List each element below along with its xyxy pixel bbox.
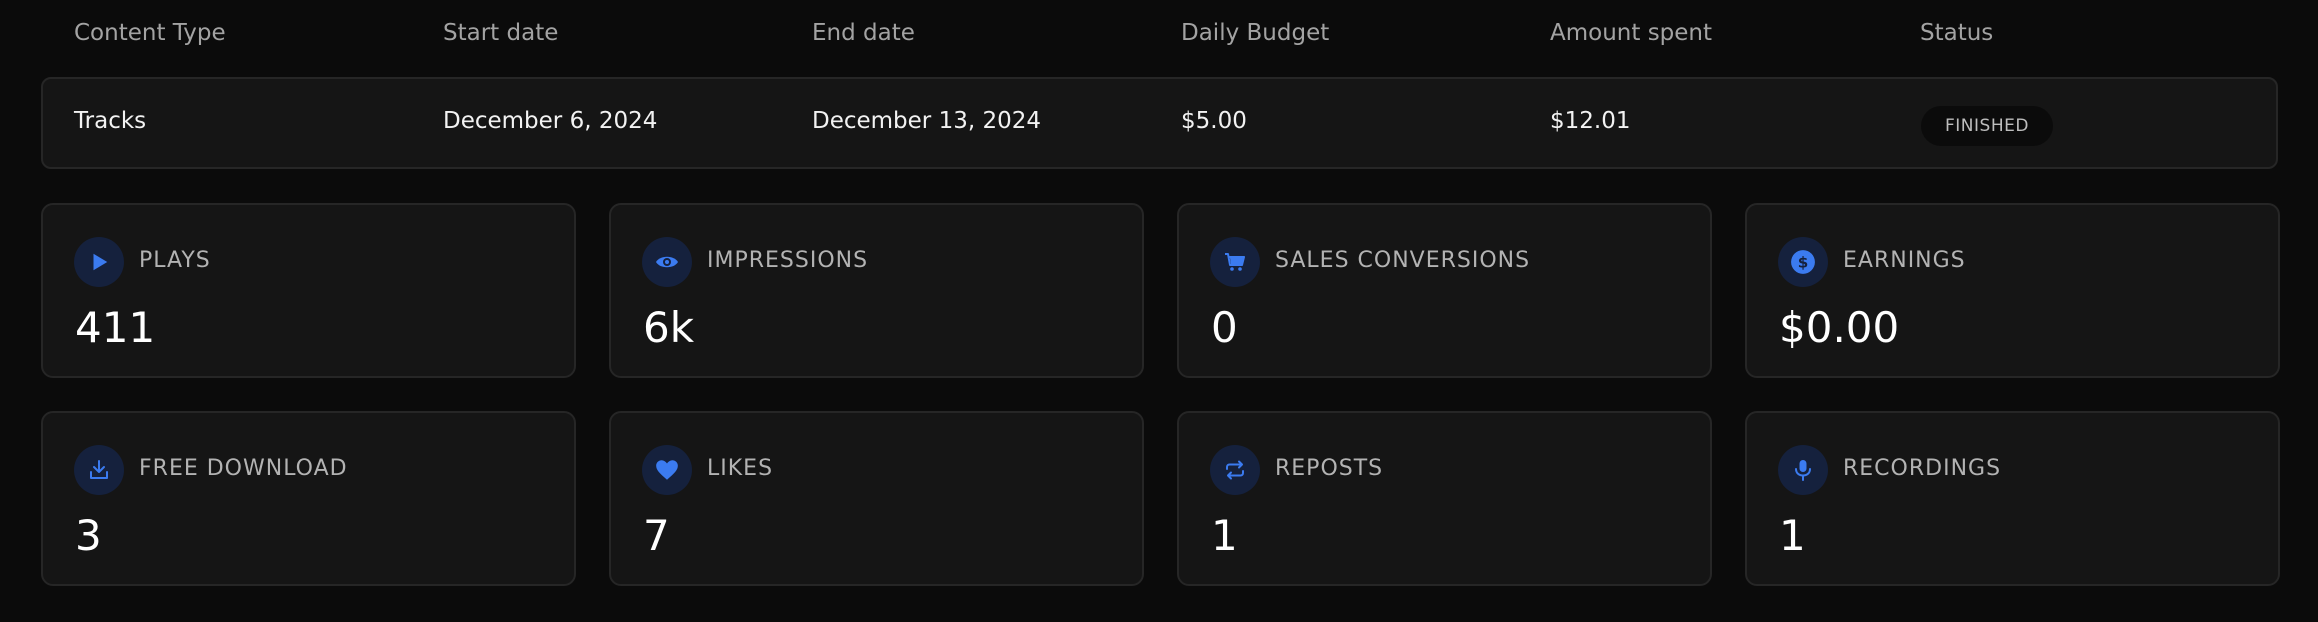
stat-card-earnings: $ EARNINGS $0.00 [1745,203,2280,378]
status-badge: FINISHED [1921,106,2053,146]
svg-text:$: $ [1798,253,1809,271]
header-content-type: Content Type [74,20,226,46]
stat-value: 3 [75,511,102,560]
table-header: Content Type Start date End date Daily B… [0,0,2318,72]
stat-label: RECORDINGS [1843,456,2002,481]
stat-label: EARNINGS [1843,248,1966,273]
cell-amount-spent: $12.01 [1550,108,1631,134]
stat-value: $0.00 [1779,303,1900,352]
download-icon [74,445,124,495]
stat-card-recordings: RECORDINGS 1 [1745,411,2280,586]
repost-icon [1210,445,1260,495]
stat-label: IMPRESSIONS [707,248,869,273]
stat-card-sales-conversions: SALES CONVERSIONS 0 [1177,203,1712,378]
play-icon [74,237,124,287]
stat-card-likes: LIKES 7 [609,411,1144,586]
stat-label: PLAYS [139,248,211,273]
stat-label: FREE DOWNLOAD [139,456,348,481]
table-row[interactable]: Tracks December 6, 2024 December 13, 202… [41,77,2278,169]
stat-value: 7 [643,511,670,560]
stat-value: 6k [643,303,695,352]
header-end-date: End date [812,20,915,46]
cell-start-date: December 6, 2024 [443,108,658,134]
stat-label: LIKES [707,456,774,481]
stat-value: 0 [1211,303,1238,352]
stat-value: 411 [75,303,156,352]
cell-content-type: Tracks [74,108,147,134]
microphone-icon [1778,445,1828,495]
heart-icon [642,445,692,495]
header-start-date: Start date [443,20,559,46]
cell-daily-budget: $5.00 [1181,108,1247,134]
stat-value: 1 [1779,511,1806,560]
header-status: Status [1920,20,1994,46]
stat-card-free-download: FREE DOWNLOAD 3 [41,411,576,586]
stat-value: 1 [1211,511,1238,560]
stat-card-plays: PLAYS 411 [41,203,576,378]
cell-end-date: December 13, 2024 [812,108,1042,134]
header-daily-budget: Daily Budget [1181,20,1330,46]
cart-icon [1210,237,1260,287]
dollar-icon: $ [1778,237,1828,287]
stat-label: SALES CONVERSIONS [1275,248,1531,273]
header-amount-spent: Amount spent [1550,20,1713,46]
eye-icon [642,237,692,287]
stat-card-impressions: IMPRESSIONS 6k [609,203,1144,378]
stat-label: REPOSTS [1275,456,1384,481]
stat-card-reposts: REPOSTS 1 [1177,411,1712,586]
